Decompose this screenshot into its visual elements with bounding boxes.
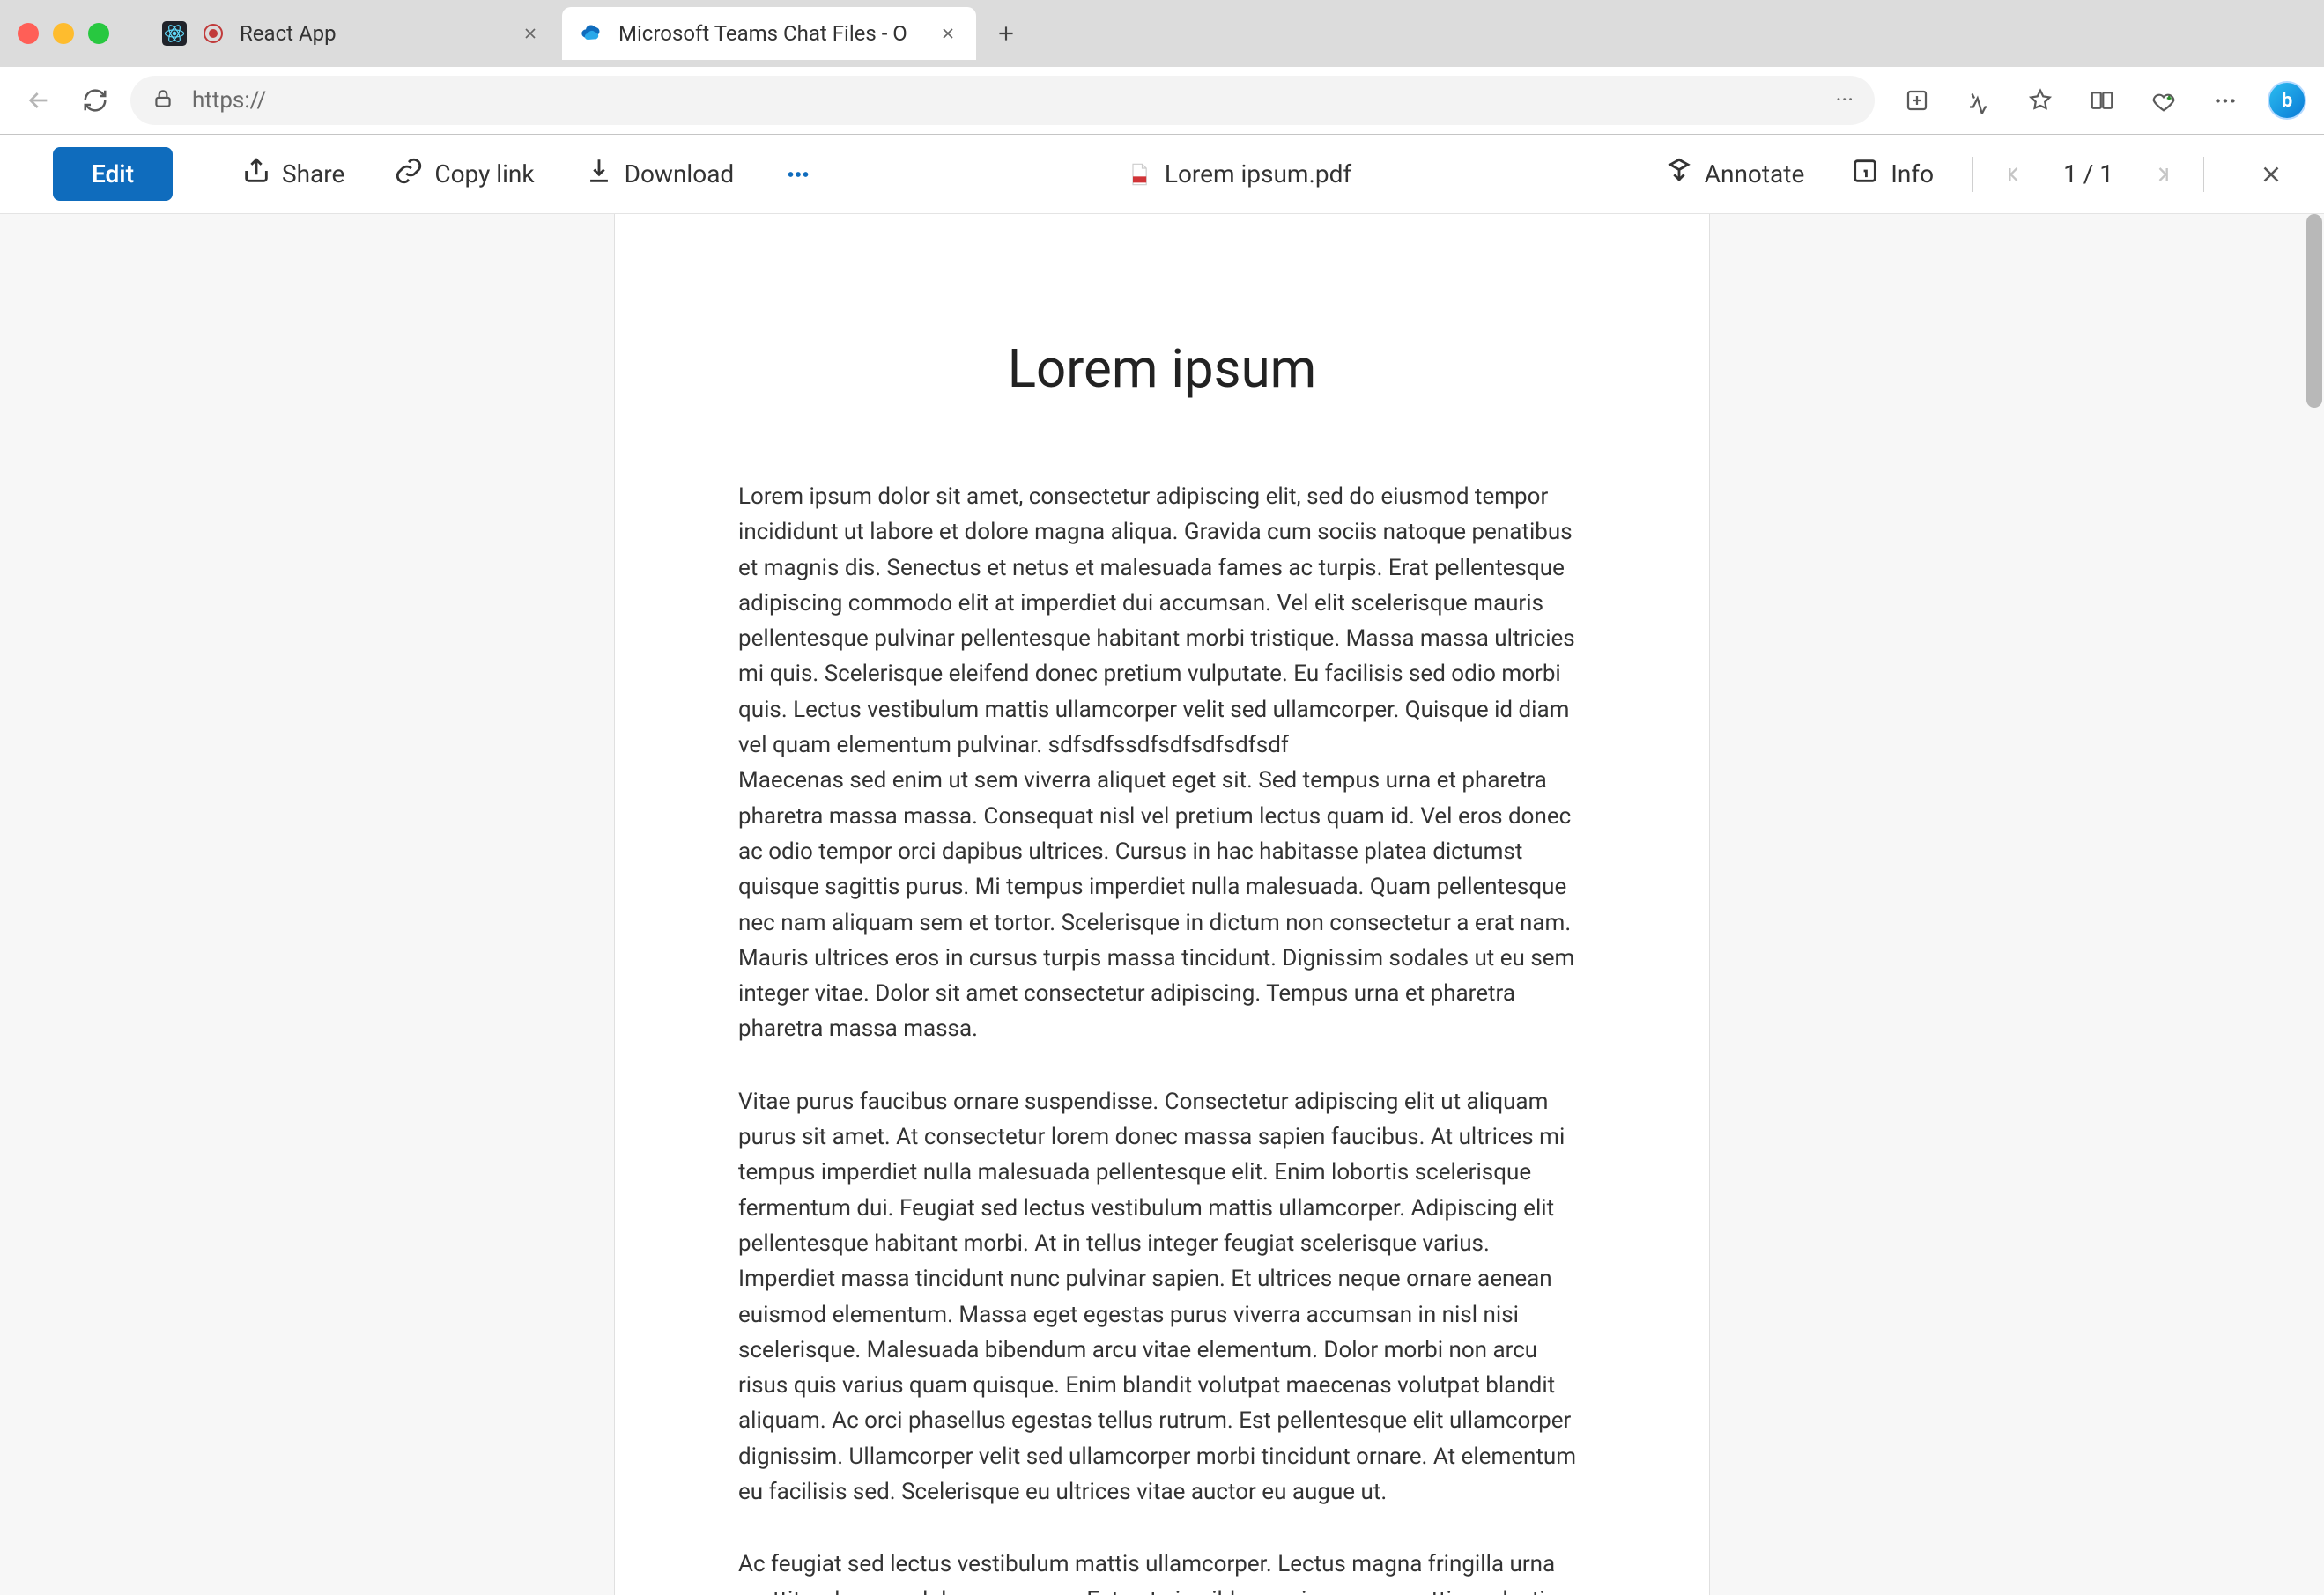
prev-page-button[interactable]: [1996, 157, 2032, 192]
scrollbar[interactable]: [2306, 214, 2322, 1595]
viewer-toolbar: Edit Share Copy link Download Lorem ipsu…: [0, 135, 2324, 214]
scrollbar-thumb[interactable]: [2306, 214, 2322, 408]
edit-button[interactable]: Edit: [53, 147, 173, 201]
collections-icon[interactable]: [2144, 81, 2183, 120]
close-tab-button[interactable]: [937, 23, 958, 44]
close-tab-button[interactable]: [520, 23, 541, 44]
new-tab-button[interactable]: [985, 12, 1027, 55]
lock-icon: [152, 87, 174, 114]
onedrive-icon: [580, 21, 604, 46]
page-indicator: 1 / 1: [2046, 159, 2131, 188]
more-url-icon[interactable]: ···: [1836, 87, 1854, 114]
window-controls[interactable]: [18, 23, 109, 44]
url-text: https://: [192, 87, 1818, 114]
back-button[interactable]: [18, 79, 60, 122]
close-window-button[interactable]: [18, 23, 39, 44]
share-button[interactable]: Share: [226, 147, 360, 201]
paragraph: Vitae purus faucibus ornare suspendisse.…: [738, 1084, 1586, 1510]
annotate-button[interactable]: Annotate: [1648, 147, 1821, 201]
bing-chat-icon[interactable]: b: [2268, 81, 2306, 120]
share-icon: [241, 156, 271, 192]
tab-react-app[interactable]: React App: [144, 7, 559, 60]
more-actions-button[interactable]: [767, 151, 829, 198]
info-icon: [1850, 156, 1880, 192]
next-page-button[interactable]: [2145, 157, 2180, 192]
refresh-button[interactable]: [74, 79, 116, 122]
close-viewer-button[interactable]: [2254, 157, 2289, 192]
document-title: Lorem ipsum: [738, 337, 1586, 400]
info-label: Info: [1891, 159, 1934, 188]
pdf-file-icon: [1126, 161, 1152, 188]
react-icon: [162, 21, 187, 46]
copy-link-label: Copy link: [434, 159, 534, 188]
page: Lorem ipsum Lorem ipsum dolor sit amet, …: [614, 214, 1710, 1595]
divider: [2203, 157, 2204, 192]
download-button[interactable]: Download: [568, 147, 751, 201]
maximize-window-button[interactable]: [88, 23, 109, 44]
download-icon: [584, 156, 614, 192]
document-area[interactable]: Lorem ipsum Lorem ipsum dolor sit amet, …: [0, 214, 2324, 1595]
menu-icon[interactable]: ···: [2206, 81, 2245, 120]
file-name: Lorem ipsum.pdf: [1165, 159, 1351, 188]
annotate-label: Annotate: [1705, 159, 1805, 188]
info-button[interactable]: Info: [1834, 147, 1950, 201]
tab-title: React App: [240, 21, 506, 46]
address-bar[interactable]: https:// ···: [130, 76, 1875, 125]
favorites-icon[interactable]: [2021, 81, 2060, 120]
minimize-window-button[interactable]: [53, 23, 74, 44]
download-label: Download: [625, 159, 735, 188]
share-label: Share: [282, 159, 344, 188]
paragraph: Lorem ipsum dolor sit amet, consectetur …: [738, 479, 1586, 763]
divider: [1972, 157, 1973, 192]
paragraph: Maecenas sed enim ut sem viverra aliquet…: [738, 763, 1586, 1046]
read-aloud-icon[interactable]: [1959, 81, 1998, 120]
link-icon: [394, 156, 424, 192]
annotate-icon: [1664, 156, 1694, 192]
split-screen-icon[interactable]: [2083, 81, 2121, 120]
copy-link-button[interactable]: Copy link: [378, 147, 550, 201]
tab-onedrive[interactable]: Microsoft Teams Chat Files - O: [562, 7, 976, 60]
extensions-icon[interactable]: [1898, 81, 1936, 120]
tab-title: Microsoft Teams Chat Files - O: [618, 21, 923, 46]
paragraph: Ac feugiat sed lectus vestibulum mattis …: [738, 1547, 1586, 1595]
recording-icon: [201, 21, 226, 46]
